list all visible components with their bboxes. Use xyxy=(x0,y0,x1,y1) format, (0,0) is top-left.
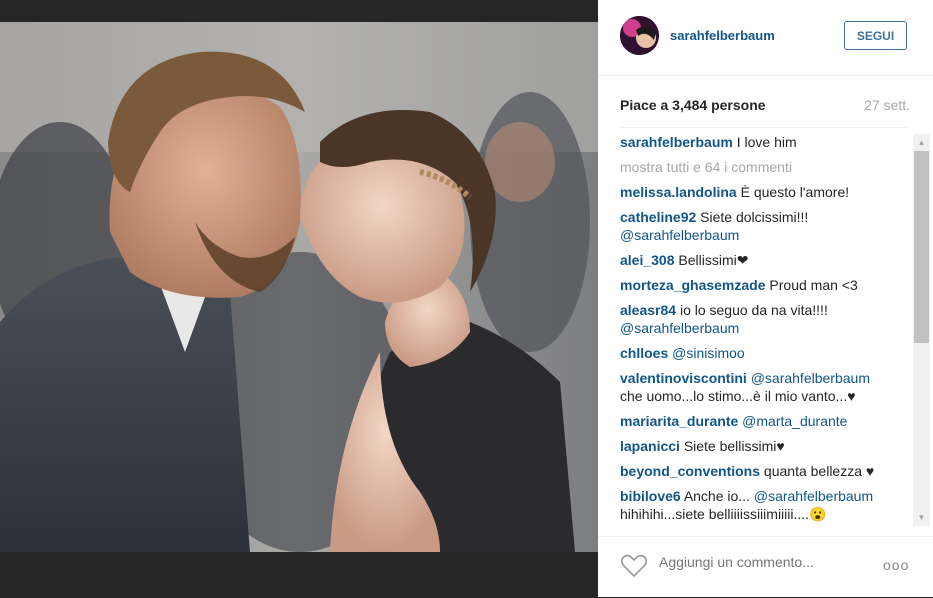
comment-mention[interactable]: @marta_durante xyxy=(742,413,847,429)
show-all-comments-link[interactable]: mostra tutti e 64 i commenti xyxy=(620,158,905,176)
comment-text: che uomo...lo stimo...è il mio vanto...♥ xyxy=(620,388,856,404)
comment-item: valentinoviscontini @sarahfelberbaum che… xyxy=(620,369,905,405)
comment-text: Anche io... xyxy=(683,488,750,504)
comment-item: morteza_ghasemzade Proud man <3 xyxy=(620,276,905,294)
comment-username[interactable]: lapanicci xyxy=(620,438,680,454)
comment-text: Proud man <3 xyxy=(769,277,858,293)
username-link[interactable]: sarahfelberbaum xyxy=(670,28,775,43)
comments-scrollbar[interactable]: ▲ ▼ xyxy=(913,134,930,526)
comment-text: quanta bellezza ♥ xyxy=(763,463,875,479)
comment-item: melissa.landolina È questo l'amore! xyxy=(620,183,905,201)
likes-count[interactable]: Piace a 3,484 persone xyxy=(620,97,766,113)
post-header: sarahfelberbaum SEGUI xyxy=(598,0,933,76)
scroll-up-arrow-icon[interactable]: ▲ xyxy=(913,134,930,151)
comment-text-continued: hihihihi...siete belliiiissiiimiiiii....… xyxy=(620,506,827,522)
comment-username[interactable]: alei_308 xyxy=(620,252,675,268)
comment-mention[interactable]: @sinisimoo xyxy=(672,345,745,361)
comment-item: alei_308 Bellissimi❤ xyxy=(620,251,905,269)
avatar[interactable] xyxy=(620,16,659,55)
comment-mention[interactable]: @sarahfelberbaum xyxy=(620,320,739,336)
post-timestamp[interactable]: 27 sett. xyxy=(864,97,910,113)
comment-mention[interactable]: @sarahfelberbaum xyxy=(754,488,873,504)
comment-username[interactable]: beyond_conventions xyxy=(620,463,760,479)
comment-username[interactable]: mariarita_durante xyxy=(620,413,738,429)
add-comment-input[interactable] xyxy=(659,554,859,570)
comment-item: catheline92 Siete dolcissimi!!! @sarahfe… xyxy=(620,208,905,244)
comment-text: Siete bellissimi♥ xyxy=(683,438,785,454)
scrollbar-thumb[interactable] xyxy=(914,151,929,343)
comment-username[interactable]: bibilove6 xyxy=(620,488,681,504)
photo-pane xyxy=(0,0,598,597)
comment-text: È questo l'amore! xyxy=(740,184,850,200)
comment-username[interactable]: morteza_ghasemzade xyxy=(620,277,766,293)
follow-button[interactable]: SEGUI xyxy=(844,21,907,50)
likes-row: Piace a 3,484 persone 27 sett. xyxy=(620,97,910,113)
comment-username[interactable]: catheline92 xyxy=(620,209,696,225)
post-footer: ooo xyxy=(598,536,933,598)
divider xyxy=(620,127,907,128)
comment-mention[interactable]: @sarahfelberbaum xyxy=(620,227,739,243)
comment-text: Siete dolcissimi!!! xyxy=(700,209,809,225)
comment-item: aleasr84 io lo seguo da na vita!!!! @sar… xyxy=(620,301,905,337)
comment-text: io lo seguo da na vita!!!! xyxy=(679,302,828,318)
comment-text: Bellissimi❤ xyxy=(678,252,749,268)
comment-username[interactable]: aleasr84 xyxy=(620,302,676,318)
comment-username[interactable]: chlloes xyxy=(620,345,668,361)
caption: sarahfelberbaum I love him xyxy=(620,133,905,151)
comment-username[interactable]: melissa.landolina xyxy=(620,184,737,200)
post-side-panel: sarahfelberbaum SEGUI Piace a 3,484 pers… xyxy=(598,0,933,597)
like-heart-icon[interactable] xyxy=(620,554,648,578)
comment-item: mariarita_durante @marta_durante xyxy=(620,412,905,430)
post-photo[interactable] xyxy=(0,22,598,552)
comment-item: chlloes @sinisimoo xyxy=(620,344,905,362)
comments-list: sarahfelberbaum I love him mostra tutti … xyxy=(620,133,905,525)
scroll-down-arrow-icon[interactable]: ▼ xyxy=(913,509,930,526)
comment-item: beyond_conventions quanta bellezza ♥ xyxy=(620,462,905,480)
comment-text: I love him xyxy=(736,134,797,150)
comment-username[interactable]: sarahfelberbaum xyxy=(620,134,733,150)
comment-item: bibilove6 Anche io... @sarahfelberbaum h… xyxy=(620,487,905,523)
comment-username[interactable]: valentinoviscontini xyxy=(620,370,747,386)
more-options-icon[interactable]: ooo xyxy=(883,557,909,573)
comment-mention[interactable]: @sarahfelberbaum xyxy=(751,370,870,386)
comment-item: lapanicci Siete bellissimi♥ xyxy=(620,437,905,455)
